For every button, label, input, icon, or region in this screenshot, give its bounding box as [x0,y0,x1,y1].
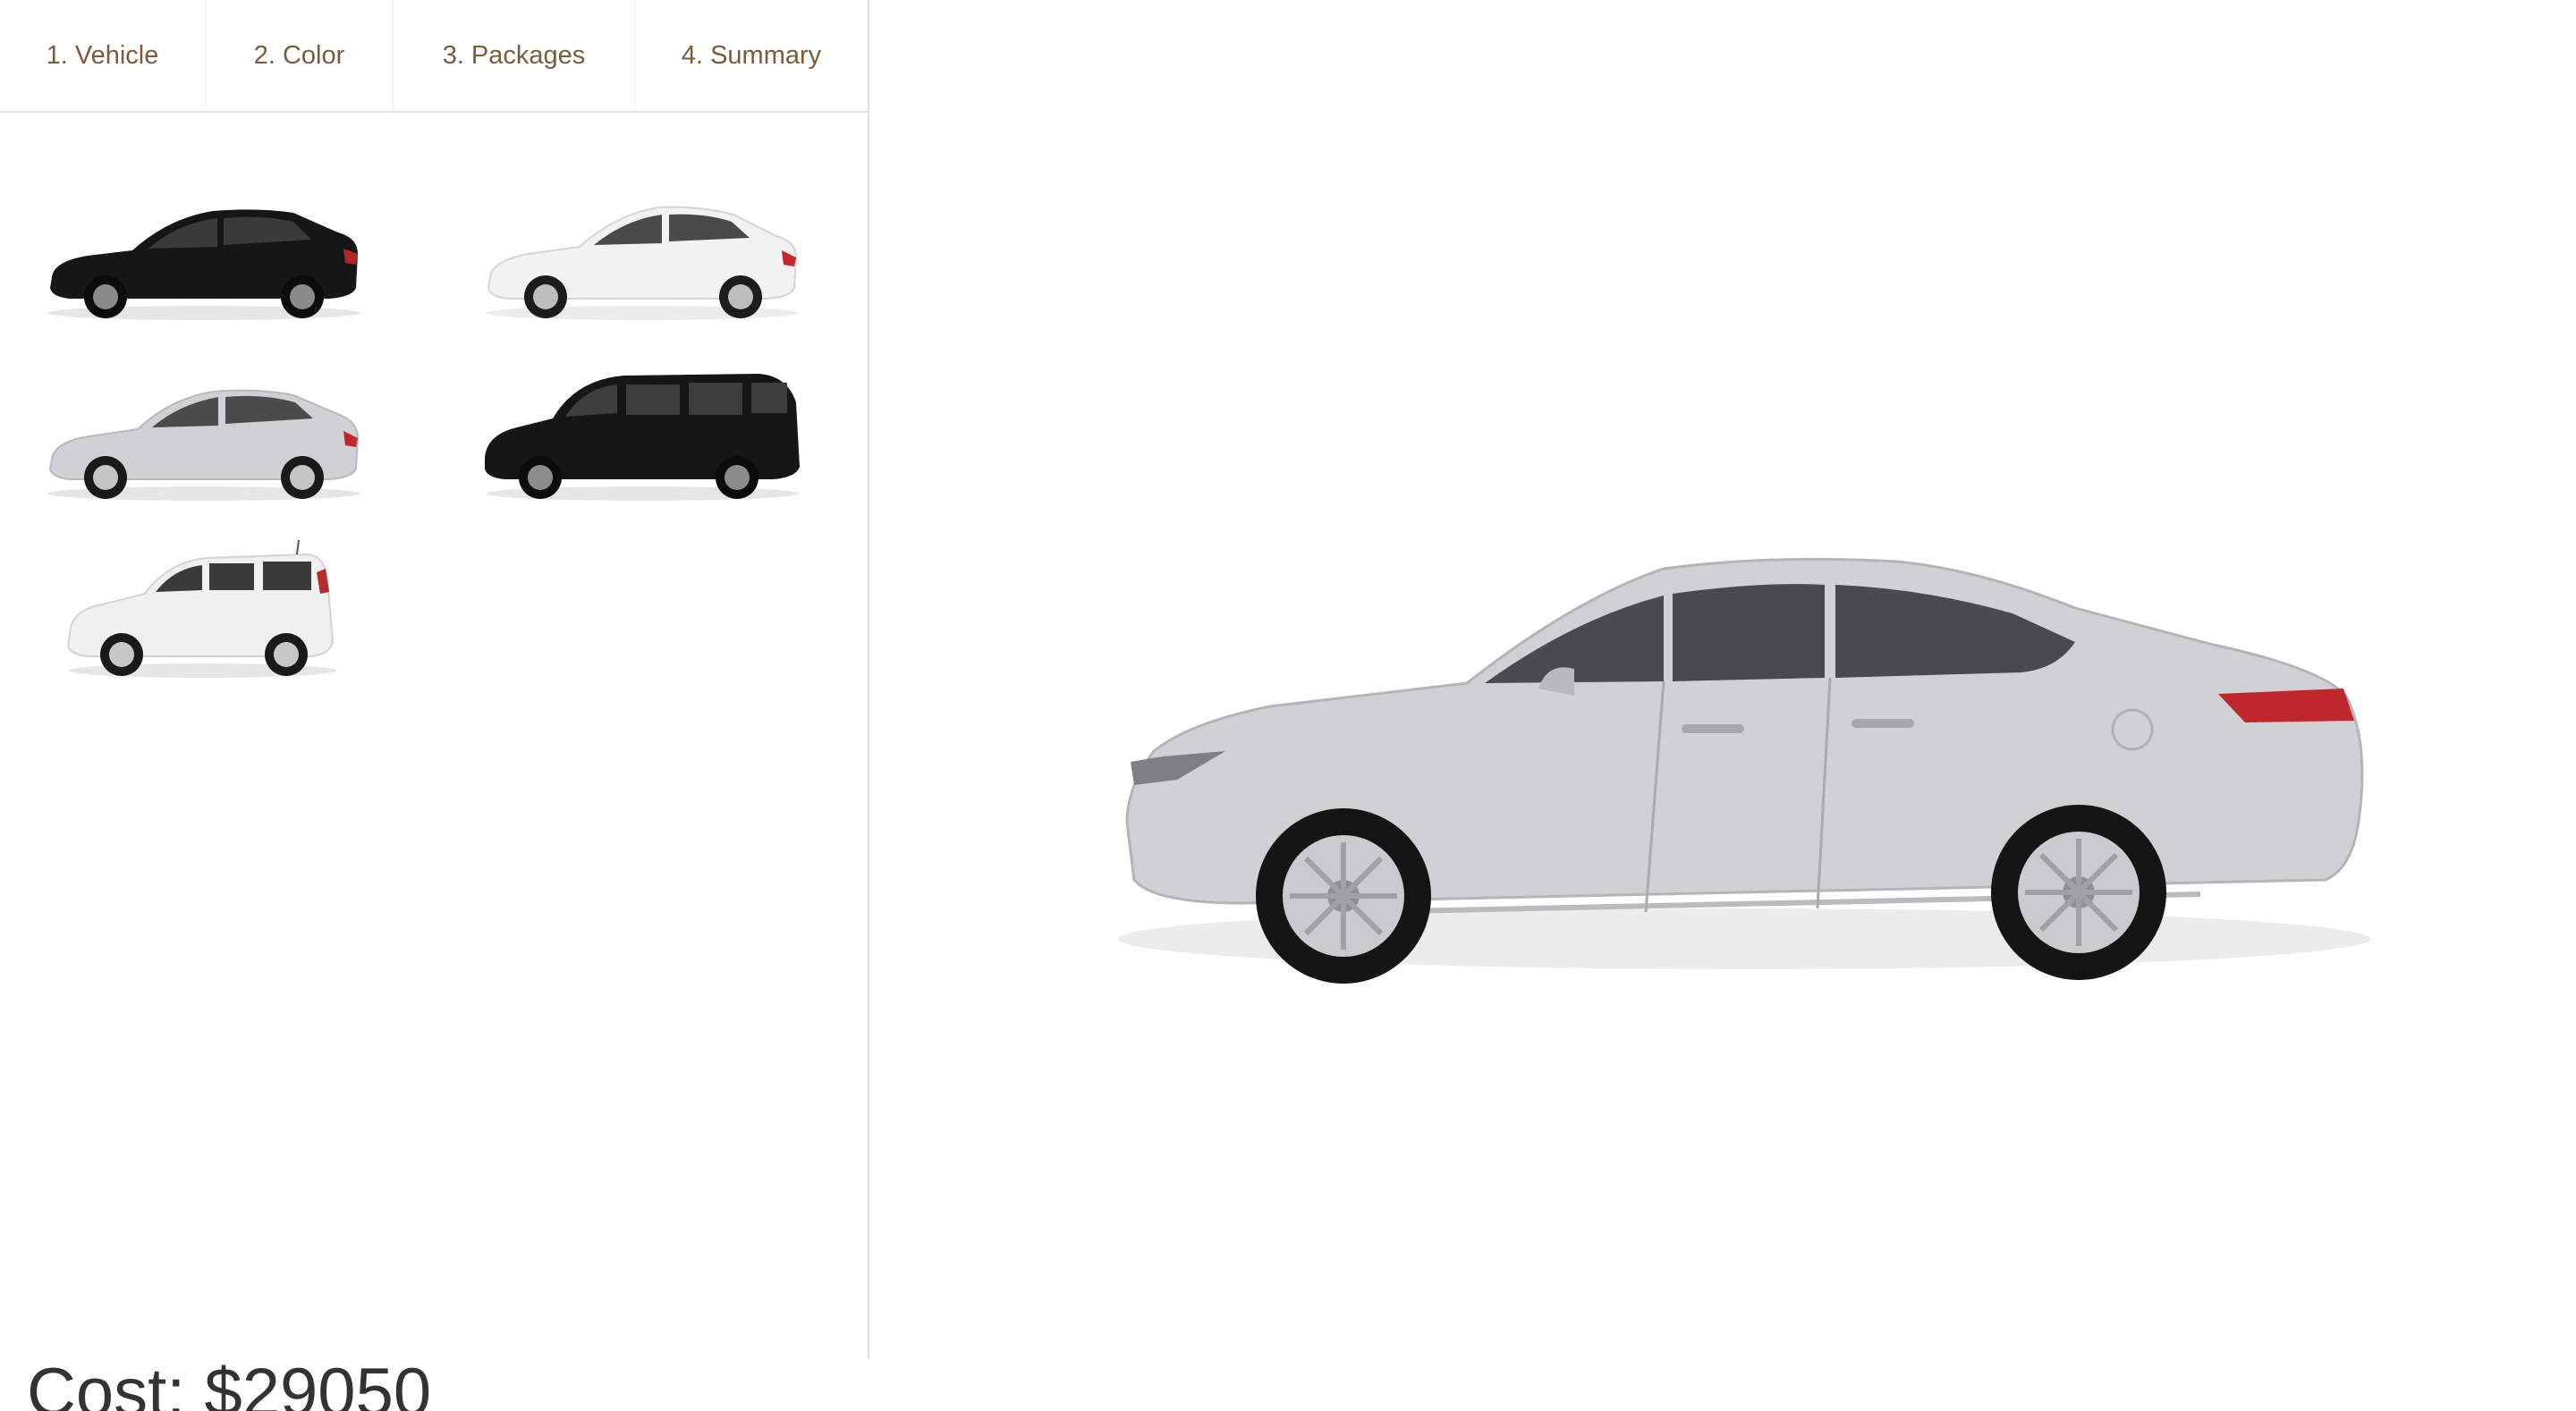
vehicle-thumb-black-sedan[interactable] [34,179,374,331]
tab-color[interactable]: 2. Color [206,0,394,111]
configurator-app: 1. Vehicle 2. Color 3. Packages 4. Summa… [0,0,2576,1411]
silver-sedan-image [47,389,360,501]
tab-vehicle[interactable]: 1. Vehicle [0,0,206,111]
vehicle-thumb-white-compact-sedan[interactable] [472,179,812,331]
white-crossover-image [66,539,337,678]
tab-summary[interactable]: 4. Summary [635,0,868,111]
black-minivan-image [485,374,800,501]
vehicle-thumb-black-minivan[interactable] [472,359,812,511]
silver-sedan-preview-image [1118,557,2370,984]
total-cost: Cost: $29050 [27,1355,432,1411]
vehicle-thumb-silver-sedan[interactable] [34,359,374,511]
vehicle-selection-panel: 1. Vehicle 2. Color 3. Packages 4. Summa… [0,0,869,1359]
vehicle-preview [1091,519,2397,984]
step-tabs: 1. Vehicle 2. Color 3. Packages 4. Summa… [0,0,868,113]
vehicle-thumb-white-crossover[interactable] [55,537,351,689]
tab-packages[interactable]: 3. Packages [394,0,635,111]
white-compact-sedan-image [486,206,799,320]
black-sedan-image [47,209,360,320]
